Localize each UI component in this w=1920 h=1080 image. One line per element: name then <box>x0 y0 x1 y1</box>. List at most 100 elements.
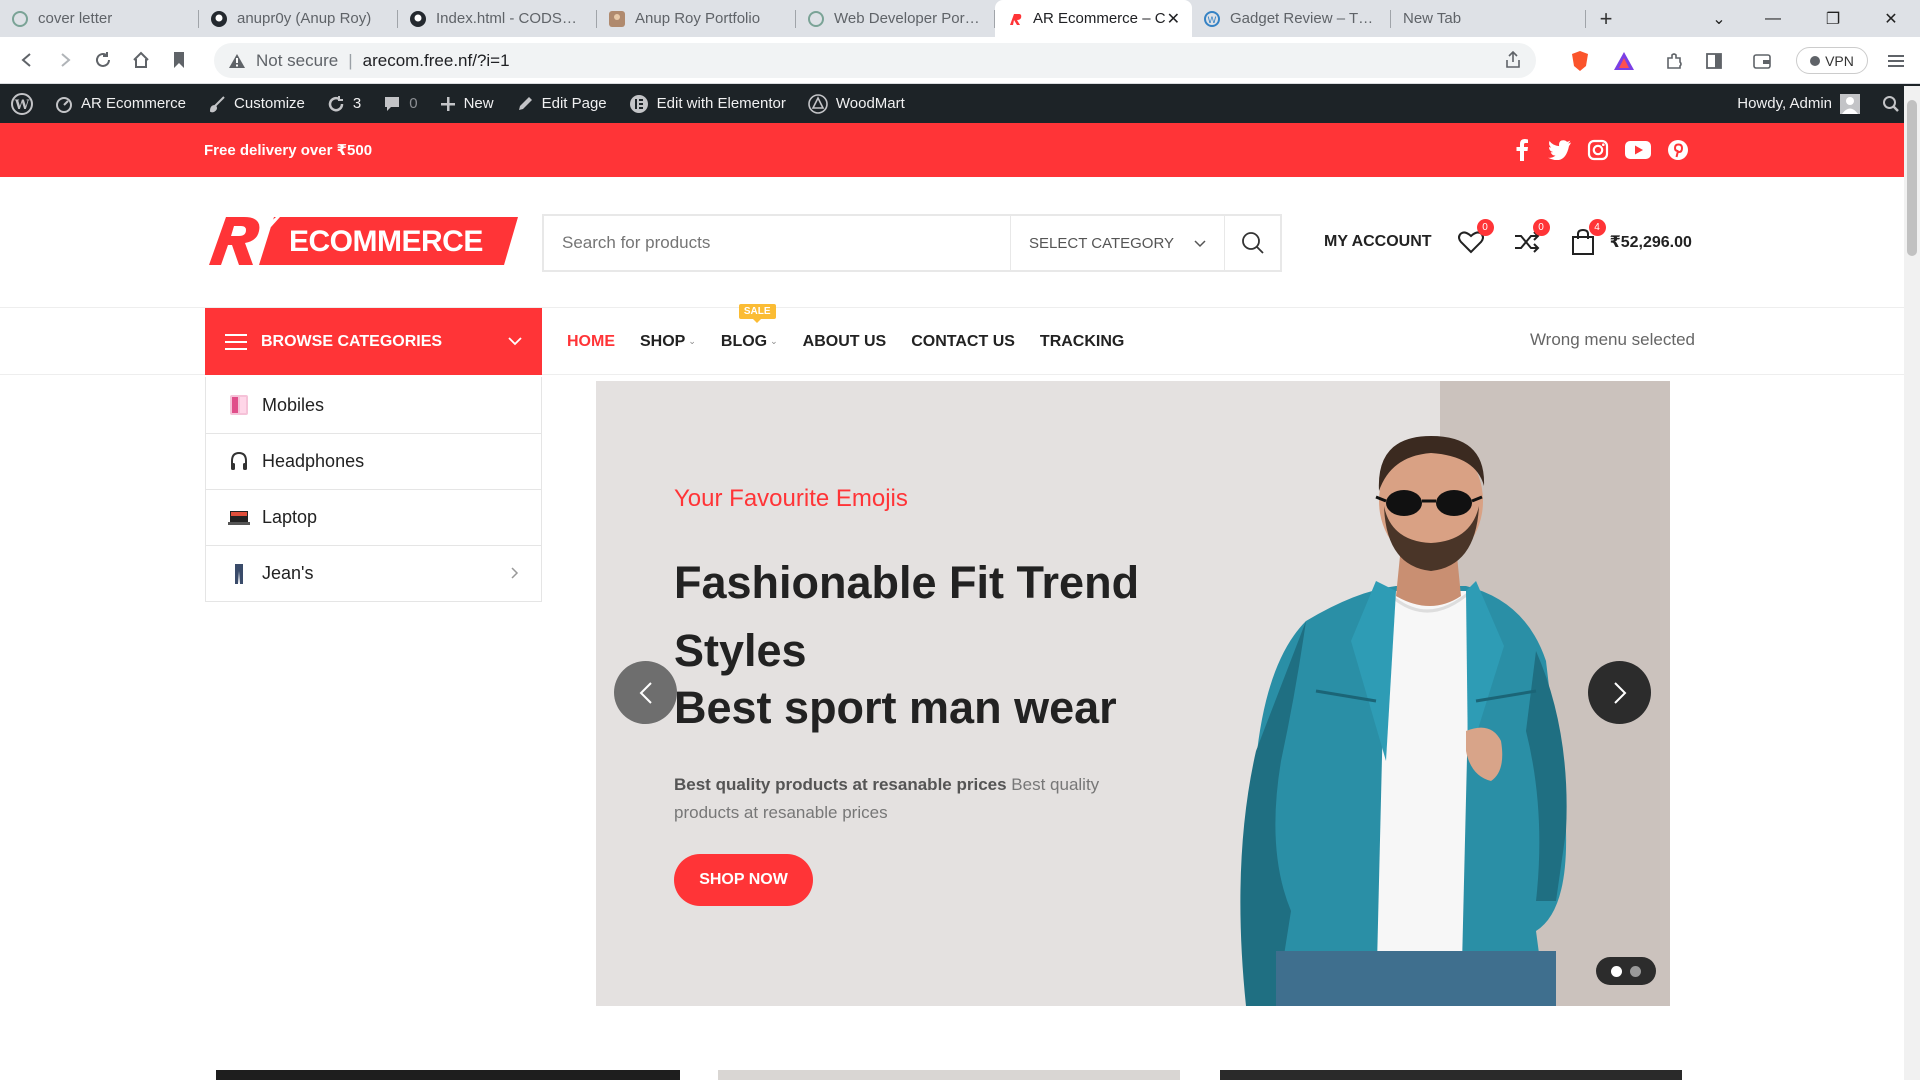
promo-text: Free delivery over ₹500 <box>204 142 373 159</box>
cart-total[interactable]: ₹52,296.00 <box>1610 232 1692 252</box>
security-status: Not secure <box>256 50 339 70</box>
nav-label: HOME <box>567 332 615 350</box>
tab-ar-ecommerce[interactable]: AR Ecommerce – C ✕ <box>995 0 1192 37</box>
cart-button[interactable]: 4 <box>1568 219 1606 257</box>
extensions-icon[interactable] <box>1662 49 1686 73</box>
bookmark-icon[interactable] <box>160 41 198 79</box>
address-bar[interactable]: Not secure | arecom.free.nf/?i=1 <box>214 43 1536 78</box>
wp-edit-page[interactable]: Edit Page <box>505 84 618 123</box>
slider-dot-1[interactable] <box>1611 965 1622 977</box>
sale-badge: SALE <box>738 303 776 323</box>
wp-updates[interactable]: 3 <box>316 84 372 123</box>
elementor-icon <box>629 94 649 114</box>
wp-elementor[interactable]: Edit with Elementor <box>618 84 797 123</box>
menu-icon[interactable] <box>1884 49 1908 73</box>
nav-tracking[interactable]: TRACKING <box>1040 333 1124 351</box>
nav-label: CONTACT US <box>911 332 1015 350</box>
main-menu: HOME SHOP ⌄ SALE BLOG ⌄ ABOUT US CONTACT U… <box>567 303 1149 375</box>
category-label: Jean's <box>262 563 314 583</box>
slider-next-button[interactable] <box>1588 661 1651 724</box>
home-icon[interactable] <box>122 41 160 79</box>
nav-label: SHOP <box>640 332 686 350</box>
howdy-label: Howdy, Admin <box>1737 95 1832 112</box>
slider-dot-2[interactable] <box>1630 965 1641 977</box>
category-list: Mobiles Headphones Laptop Jean's <box>205 377 542 602</box>
chevron-down-icon <box>508 337 522 346</box>
pinterest-icon[interactable] <box>1666 138 1690 162</box>
wp-customize[interactable]: Customize <box>197 84 316 123</box>
brave-rewards-icon[interactable] <box>1612 49 1636 73</box>
twitter-icon[interactable] <box>1548 138 1572 162</box>
wp-account[interactable]: Howdy, Admin <box>1726 84 1871 123</box>
tab-search-chevron-icon[interactable]: ⌄ <box>1690 0 1748 37</box>
new-label: New <box>463 95 494 112</box>
slider-pagination <box>1596 957 1656 985</box>
restore-icon[interactable]: ❐ <box>1804 0 1862 37</box>
tab-title: Index.html - CODSOFT <box>436 10 585 27</box>
site-logo[interactable]: ECOMMERCE <box>204 215 518 267</box>
updates-icon <box>327 95 345 113</box>
tab-github-profile[interactable]: anupr0y (Anup Roy) <box>199 0 398 37</box>
page-scrollbar[interactable] <box>1904 86 1920 1080</box>
nav-home[interactable]: HOME <box>567 333 615 351</box>
chevron-down-icon <box>1194 235 1206 252</box>
nav-label: ABOUT US <box>802 332 887 350</box>
back-icon[interactable] <box>8 41 46 79</box>
nav-about-us[interactable]: ABOUT US <box>803 333 887 351</box>
tab-github-index[interactable]: Index.html - CODSOFT <box>398 0 597 37</box>
tab-new-tab[interactable]: New Tab <box>1391 0 1586 37</box>
category-item-mobiles[interactable]: Mobiles <box>206 377 541 433</box>
customize-label: Customize <box>234 95 305 112</box>
browse-categories-button[interactable]: BROWSE CATEGORIES <box>205 308 542 375</box>
wp-woodmart[interactable]: WoodMart <box>797 84 916 123</box>
vpn-button[interactable]: VPN <box>1796 47 1868 74</box>
close-window-icon[interactable]: ✕ <box>1862 0 1920 37</box>
category-select[interactable]: SELECT CATEGORY <box>1010 216 1224 270</box>
new-tab-plus-icon[interactable]: + <box>1586 0 1626 37</box>
minimize-icon[interactable]: — <box>1744 0 1802 37</box>
wp-new[interactable]: New <box>429 84 505 123</box>
nav-blog[interactable]: SALE BLOG ⌄ <box>721 303 778 351</box>
forward-icon[interactable] <box>46 41 84 79</box>
browser-toolbar: Not secure | arecom.free.nf/?i=1 VPN <box>0 37 1920 84</box>
wordpress-logo-button[interactable]: W <box>0 84 44 123</box>
brave-shield-icon[interactable] <box>1568 49 1592 73</box>
dashboard-icon <box>55 95 73 113</box>
wishlist-button[interactable]: 0 <box>1456 219 1494 257</box>
tab-title: anupr0y (Anup Roy) <box>237 10 372 27</box>
tab-gadget-review[interactable]: W Gadget Review – The e <box>1192 0 1391 37</box>
search-input[interactable] <box>544 216 1010 270</box>
facebook-icon[interactable] <box>1510 138 1534 162</box>
wp-comments[interactable]: 0 <box>372 84 428 123</box>
tab-portfolio[interactable]: Anup Roy Portfolio <box>597 0 796 37</box>
instagram-icon[interactable] <box>1586 138 1610 162</box>
comments-count: 0 <box>409 95 418 112</box>
scrollbar-thumb[interactable] <box>1907 100 1917 256</box>
nav-contact-us[interactable]: CONTACT US <box>911 333 1015 351</box>
nav-shop[interactable]: SHOP ⌄ <box>640 333 696 351</box>
tab-web-developer[interactable]: Web Developer Portfoli <box>796 0 995 37</box>
category-item-jeans[interactable]: Jean's <box>206 545 541 601</box>
compare-button[interactable]: 0 <box>1512 219 1550 257</box>
search-button[interactable] <box>1224 216 1280 270</box>
category-item-headphones[interactable]: Headphones <box>206 433 541 489</box>
my-account-link[interactable]: MY ACCOUNT <box>1324 233 1432 251</box>
warning-icon[interactable] <box>228 53 246 69</box>
sidebar-icon[interactable] <box>1702 49 1726 73</box>
plus-icon <box>440 96 456 112</box>
tab-cover-letter[interactable]: cover letter <box>0 0 199 37</box>
main-navigation-row: BROWSE CATEGORIES HOME SHOP ⌄ SALE BLOG ⌄ … <box>0 303 1920 375</box>
share-icon[interactable] <box>1504 50 1522 74</box>
youtube-icon[interactable] <box>1624 138 1652 162</box>
headphones-icon <box>228 450 250 474</box>
category-item-laptop[interactable]: Laptop <box>206 489 541 545</box>
slider-prev-button[interactable] <box>614 661 677 724</box>
close-tab-icon[interactable]: ✕ <box>1167 9 1180 29</box>
site-name-label: AR Ecommerce <box>81 95 187 112</box>
wallet-icon[interactable] <box>1750 49 1774 73</box>
wp-site-name[interactable]: AR Ecommerce <box>44 84 197 123</box>
reload-icon[interactable] <box>84 41 122 79</box>
shop-now-button[interactable]: SHOP NOW <box>674 854 813 906</box>
woodmart-label: WoodMart <box>835 95 905 112</box>
chatgpt-icon <box>12 10 28 27</box>
